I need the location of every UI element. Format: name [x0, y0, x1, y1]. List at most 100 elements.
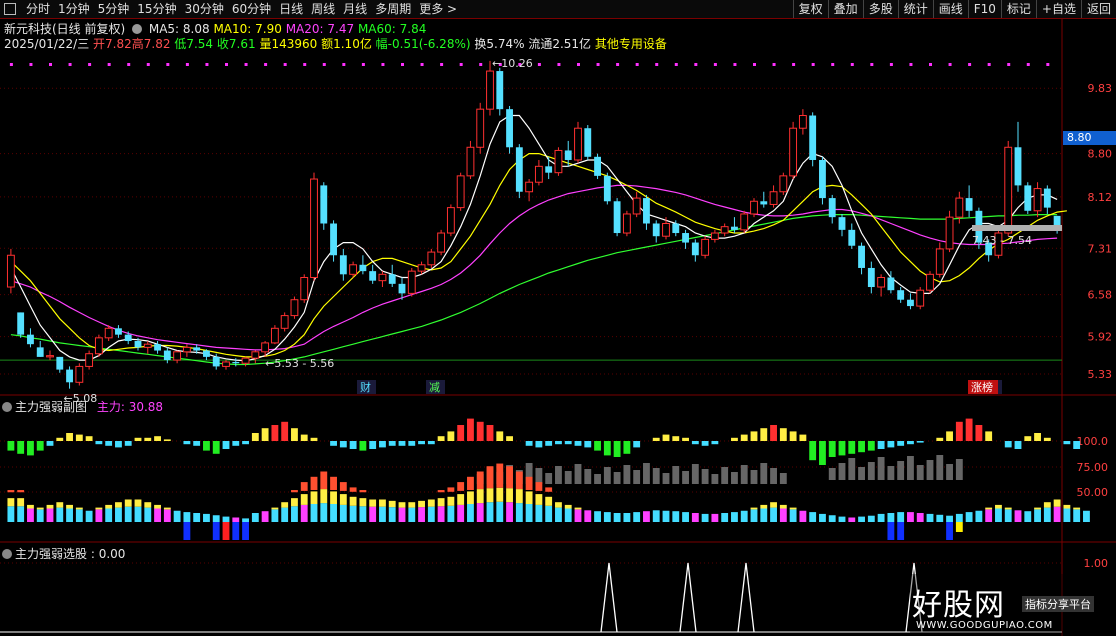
ind1-stack-base — [691, 513, 699, 522]
ind1-bar-up — [682, 437, 689, 441]
candle-body — [662, 223, 670, 237]
event-dot — [694, 63, 698, 66]
ind1-stack-mid — [95, 507, 103, 510]
period-tab-4[interactable]: 30分钟 — [181, 0, 228, 18]
toolbar-button-7[interactable]: +自选 — [1035, 0, 1081, 18]
ind1-stack-mid — [398, 502, 406, 508]
ind1-stack-base — [467, 504, 474, 522]
period-tab-9[interactable]: 多周期 — [371, 0, 415, 18]
window-menu-icon[interactable] — [4, 3, 16, 15]
ind1-stack-base — [349, 505, 357, 522]
event-dot — [127, 63, 131, 66]
ind1-stack-mid — [779, 504, 787, 509]
candle-body — [27, 334, 34, 345]
ind1-stack-top — [291, 490, 298, 493]
ind1-stack-mid — [36, 507, 44, 510]
toolbar-button-1[interactable]: 叠加 — [827, 0, 863, 18]
ind1-bar-up — [985, 431, 993, 441]
top-toolbar: 分时 1分钟 5分钟 15分钟 30分钟 60分钟 日线 周线 月线 多周期 更多 > 复权 叠加 多股… — [0, 0, 1116, 19]
period-tab-2[interactable]: 5分钟 — [94, 0, 134, 18]
candle-body — [134, 341, 142, 348]
ind1-stack-mid — [760, 504, 768, 509]
ind1-stack-base — [897, 512, 905, 522]
ind1-bar-up — [506, 436, 513, 441]
indicator2-value: : 0.00 — [90, 547, 126, 561]
ind1-stack-mid — [1004, 507, 1012, 510]
toolbar-button-3[interactable]: 统计 — [897, 0, 933, 18]
ind1-bar-up — [144, 437, 152, 441]
high-label: 高7.82 — [131, 37, 171, 51]
candle-body — [926, 273, 934, 291]
collapse-icon[interactable] — [2, 549, 12, 559]
ind1-bar-down — [594, 441, 601, 451]
ind1-bar-up — [770, 425, 777, 441]
period-tab-8[interactable]: 月线 — [339, 0, 371, 18]
ind1-gray-bar — [711, 474, 719, 484]
ind1-stack-base — [985, 509, 993, 522]
toolbar-button-8[interactable]: 返回 — [1080, 0, 1116, 18]
ind1-signal-block — [222, 522, 230, 540]
ind1-stack-base — [515, 503, 523, 522]
ind1-bar-down — [555, 441, 562, 445]
period-tab-5[interactable]: 60分钟 — [228, 0, 275, 18]
ind1-bar-down — [124, 441, 132, 446]
kline-chart[interactable]: 9.838.808.127.316.585.925.33←10.26←5.08←… — [0, 0, 1116, 636]
ind1-stack-base — [584, 510, 592, 522]
ind1-stack-base — [85, 510, 93, 522]
ind1-stack-mid — [369, 499, 377, 507]
candle-body — [858, 245, 865, 268]
candle-body — [554, 149, 563, 174]
ind1-bar-down — [848, 441, 856, 454]
ind1-bar-down — [916, 441, 924, 443]
ind1-gray-bar — [887, 466, 895, 480]
collapse-icon[interactable] — [2, 402, 12, 412]
ind1-stack-top — [320, 471, 328, 490]
ind1-bar-up — [760, 428, 768, 441]
toolbar-button-6[interactable]: 标记 — [1000, 0, 1036, 18]
ind1-bar-up — [975, 425, 983, 441]
period-tab-1[interactable]: 1分钟 — [54, 0, 94, 18]
ind1-gray-bar — [594, 474, 601, 484]
ind1-gray-bar — [740, 465, 748, 484]
toolbar-button-2[interactable]: 多股 — [862, 0, 898, 18]
ind1-stack-mid — [515, 489, 523, 504]
ind2-signal-peak — [600, 562, 618, 633]
period-tab-3[interactable]: 15分钟 — [133, 0, 180, 18]
ind1-bar-down — [584, 441, 592, 448]
period-tab-7[interactable]: 周线 — [307, 0, 339, 18]
ind1-axis-label: 75.00 — [1077, 461, 1109, 474]
settings-circle-icon[interactable] — [132, 24, 143, 34]
candle-body — [710, 232, 719, 240]
ind1-gray-bar — [721, 467, 729, 484]
candle-body — [310, 178, 318, 278]
period-tab-0[interactable]: 分时 — [22, 0, 54, 18]
event-dot — [146, 63, 150, 66]
event-dot — [322, 63, 326, 66]
date-label: 2025/01/22/三 — [4, 37, 90, 51]
toolbar-button-0[interactable]: 复权 — [792, 0, 828, 18]
period-tab-10[interactable]: 更多 > — [415, 0, 461, 18]
ind1-stack-base — [779, 508, 787, 522]
ind1-bar-down — [232, 441, 240, 446]
ind1-stack-base — [330, 504, 337, 522]
price-axis-label: 5.33 — [1088, 368, 1113, 381]
candle-body — [437, 232, 446, 253]
ind1-gray-bar — [838, 463, 846, 480]
event-dot — [831, 63, 835, 66]
ind1-signal-block — [242, 522, 249, 540]
ind1-stack-base — [926, 513, 934, 522]
candle-body — [515, 147, 523, 192]
candle-body — [339, 255, 347, 275]
ind1-stack-base — [955, 513, 963, 522]
ind1-bar-up — [251, 433, 259, 441]
toolbar-button-5[interactable]: F10 — [967, 0, 1001, 18]
ind1-gray-bar — [555, 466, 562, 484]
toolbar-button-4[interactable]: 画线 — [932, 0, 968, 18]
candle-body — [506, 109, 513, 148]
ind1-signal-block — [946, 522, 953, 540]
ind1-stack-base — [281, 507, 289, 522]
ind1-stack-mid — [1073, 507, 1081, 510]
period-tab-6[interactable]: 日线 — [275, 0, 307, 18]
candle-body — [241, 357, 250, 364]
open-label: 开7.82 — [93, 37, 132, 51]
